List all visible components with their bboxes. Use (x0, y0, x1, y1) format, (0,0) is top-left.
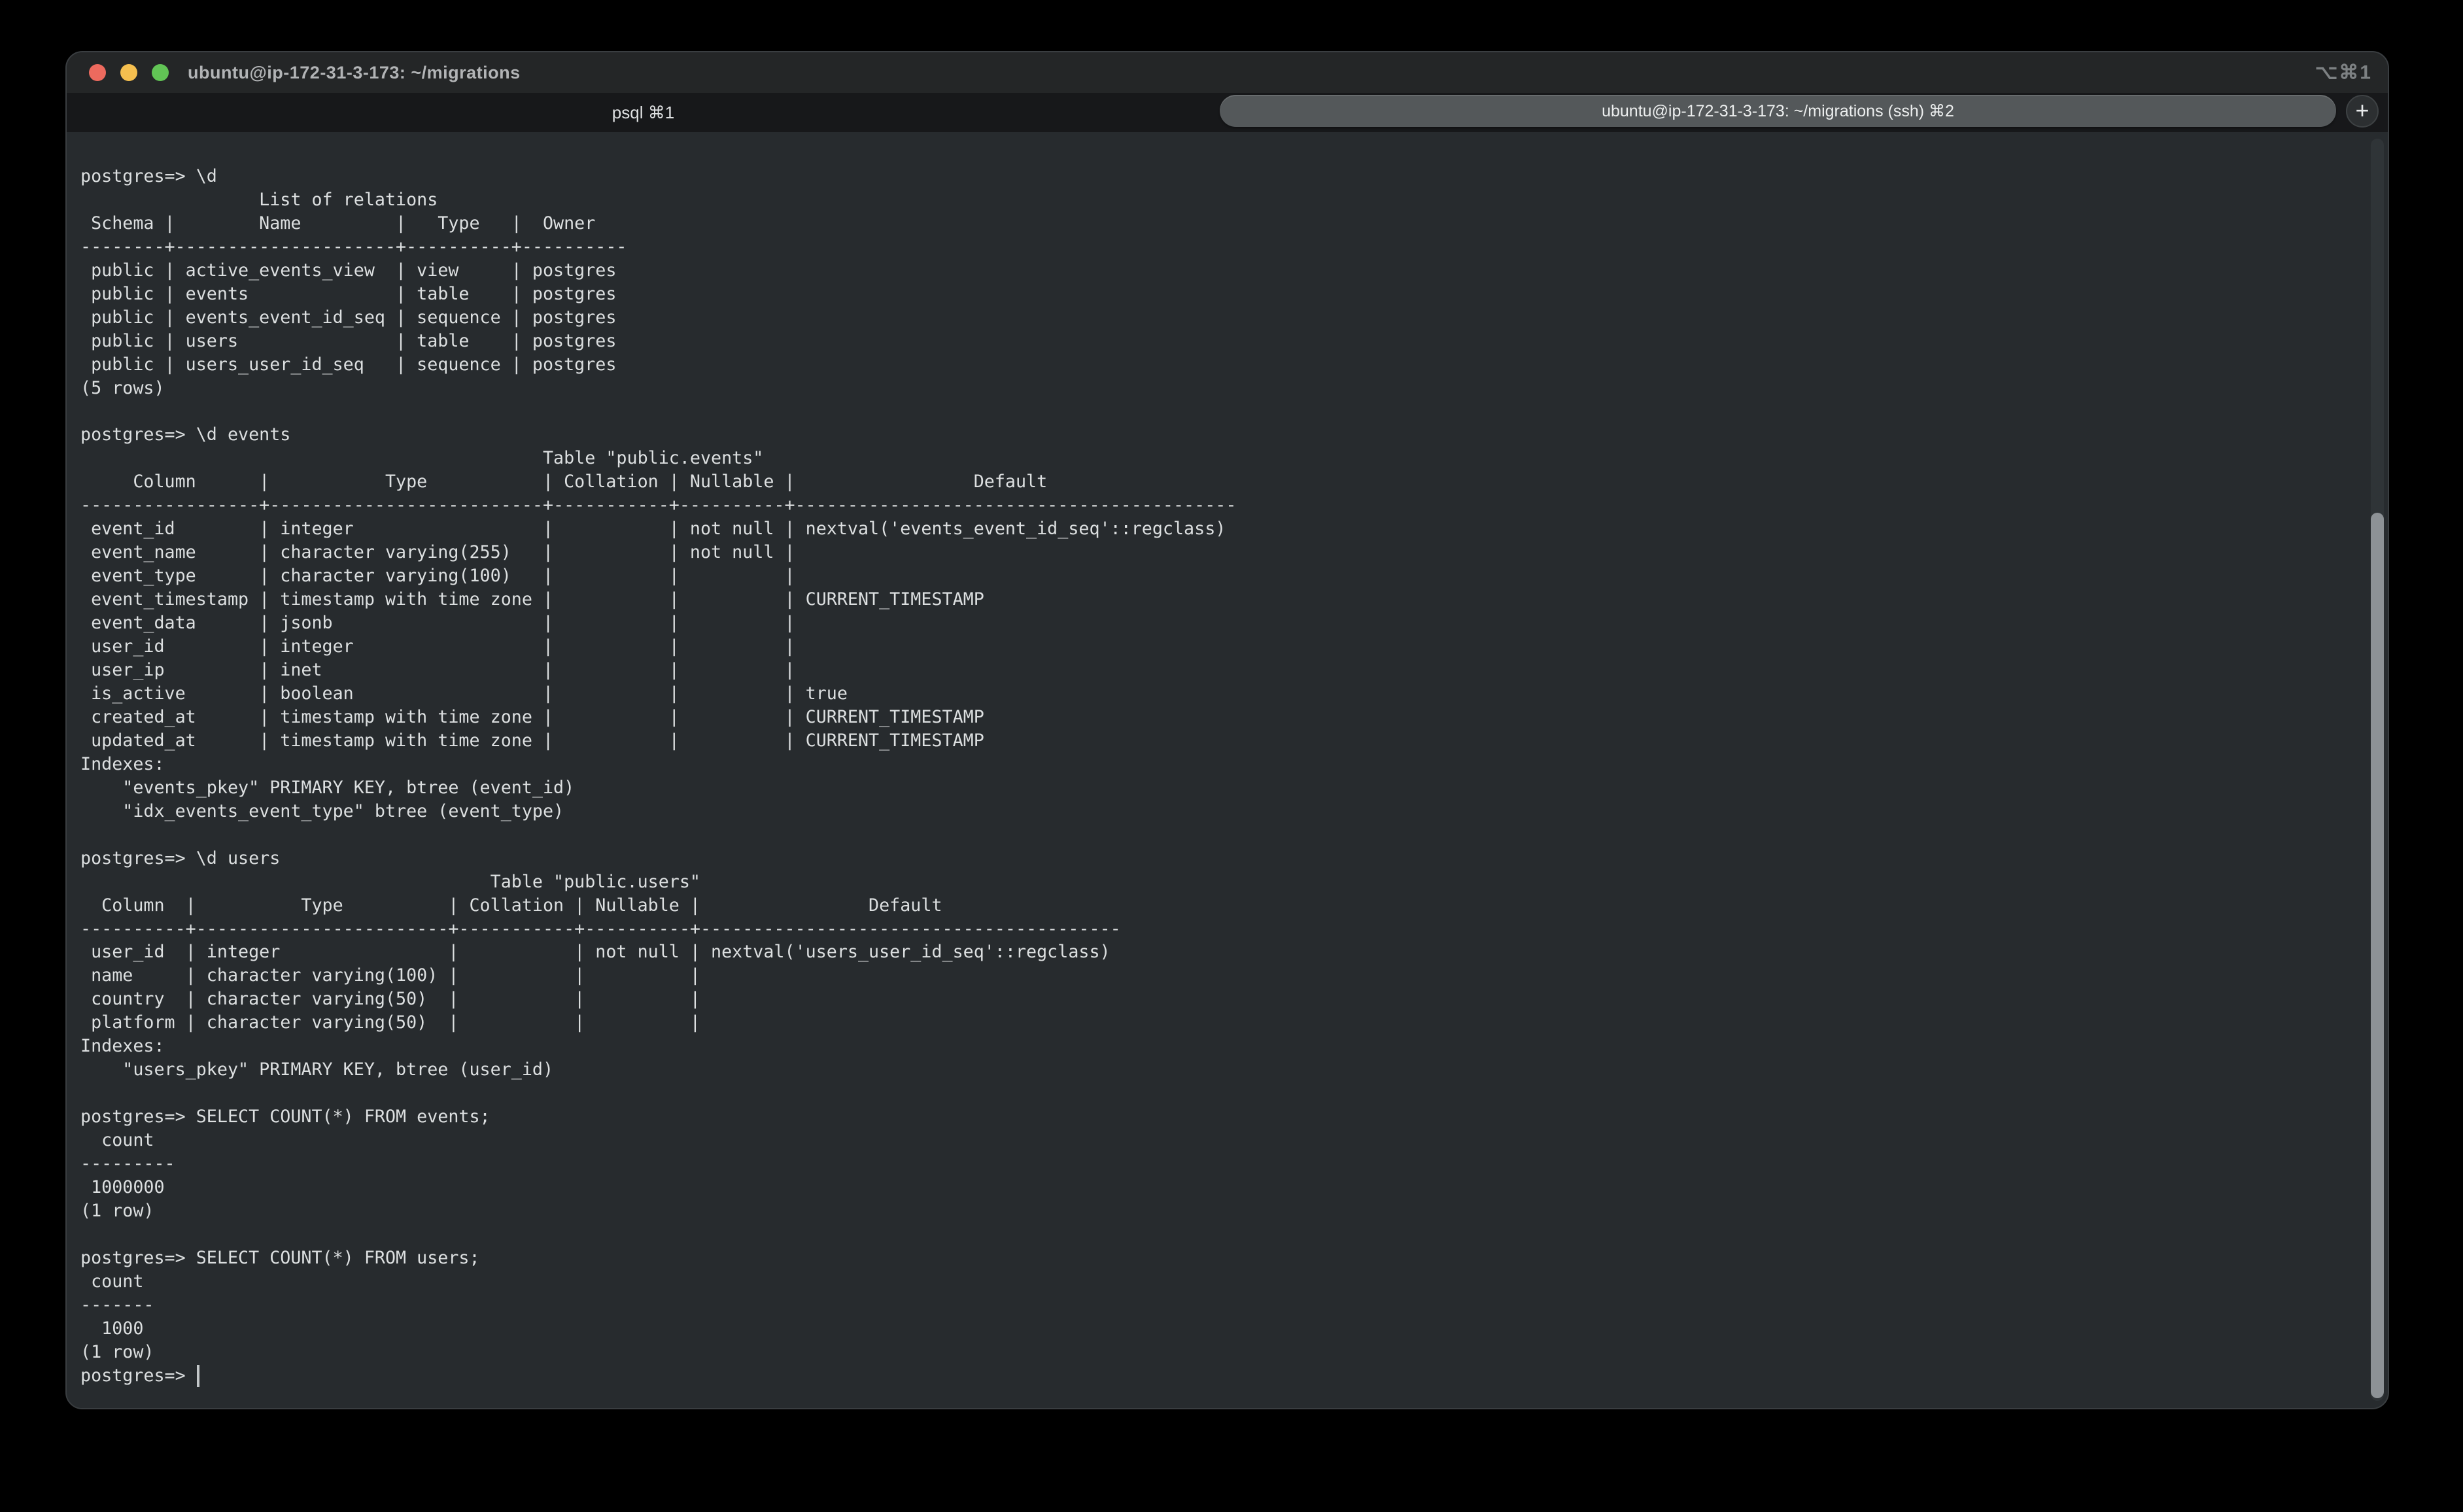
window-shortcut-label: ⌥⌘1 (2315, 61, 2372, 84)
close-button[interactable] (89, 64, 106, 81)
scrollbar-thumb[interactable] (2371, 513, 2384, 1398)
prompt-line: postgres=> (80, 1364, 2388, 1388)
tab-psql[interactable]: psql ⌘1 (67, 93, 1220, 132)
terminal-screen[interactable]: postgres=> \d List of relations Schema |… (67, 132, 2388, 1408)
tab-ssh-session[interactable]: ubuntu@ip-172-31-3-173: ~/migrations (ss… (1220, 95, 2336, 127)
traffic-lights (89, 64, 169, 81)
minimize-button[interactable] (120, 64, 137, 81)
text-cursor (197, 1365, 199, 1387)
titlebar[interactable]: ubuntu@ip-172-31-3-173: ~/migrations ⌥⌘1 (67, 52, 2388, 93)
tab-bar: psql ⌘1 ubuntu@ip-172-31-3-173: ~/migrat… (67, 93, 2388, 132)
new-tab-button[interactable]: + (2346, 95, 2379, 128)
terminal-output: postgres=> \d List of relations Schema |… (80, 165, 2388, 1364)
prompt-text: postgres=> (80, 1364, 196, 1388)
terminal-window: ubuntu@ip-172-31-3-173: ~/migrations ⌥⌘1… (65, 51, 2389, 1409)
window-title: ubuntu@ip-172-31-3-173: ~/migrations (188, 63, 521, 83)
plus-icon: + (2355, 99, 2369, 122)
zoom-button[interactable] (152, 64, 169, 81)
